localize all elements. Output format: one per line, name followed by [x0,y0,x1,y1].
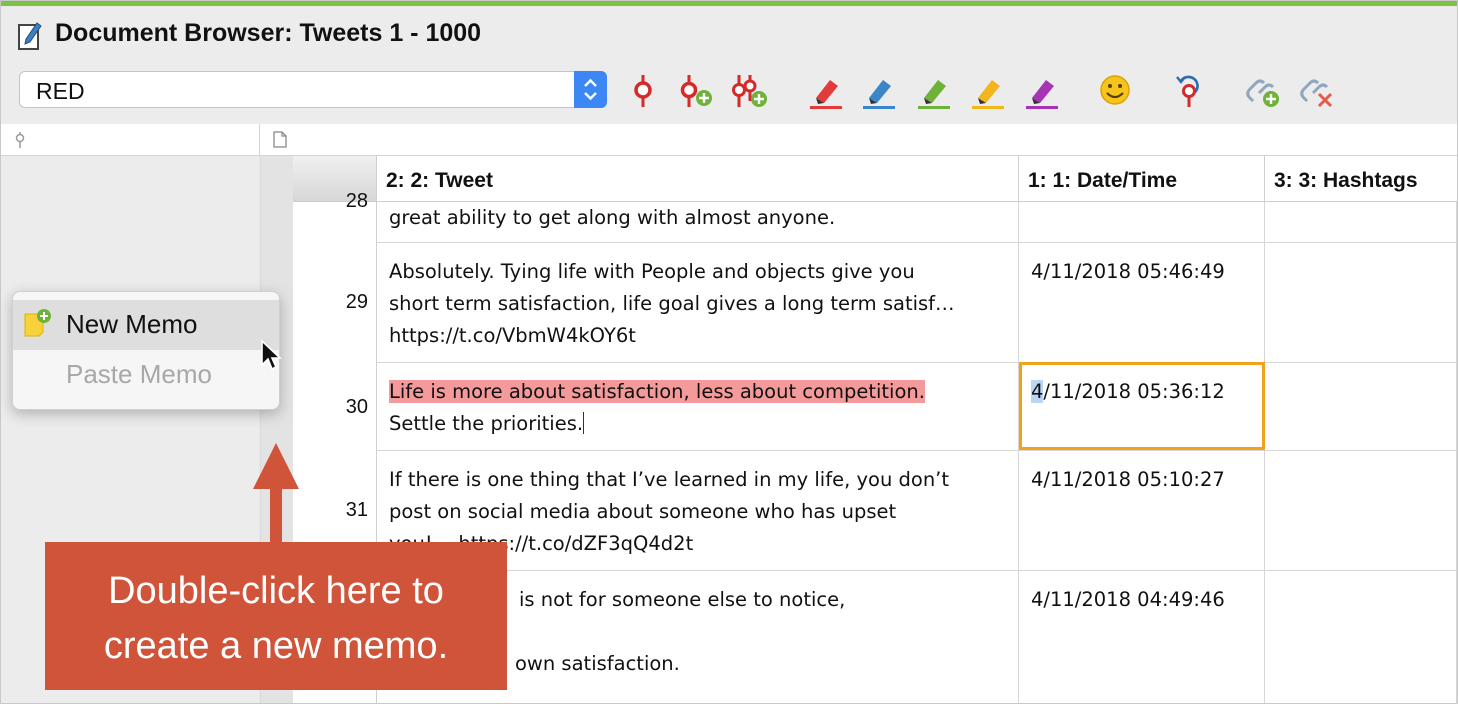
hashtags-cell[interactable] [1265,362,1457,450]
table-row[interactable]: Absolutely. Tying life with People and o… [377,242,1457,363]
tweet-line: If there is one thing that I’ve learned … [389,468,950,491]
paste-memo-menu-item: Paste Memo [13,350,279,400]
hashtags-cell[interactable] [1265,450,1457,570]
tweet-text: great ability to get along with almost a… [389,206,836,229]
row-number: 29 [345,291,368,313]
green-highlighter-icon[interactable] [914,71,954,111]
table-row[interactable]: is not for someone else to notice, own s… [377,570,1457,703]
hashtags-cell[interactable] [1265,202,1457,242]
paste-memo-label: Paste Memo [66,359,212,389]
tweet-line: post on social media about someone who h… [389,500,897,523]
pane-divider[interactable] [259,124,260,155]
add-link-icon[interactable] [1243,71,1283,111]
chevron-up-down-icon [584,78,597,101]
date-time-cell[interactable]: 4/11/2018 04:49:46 [1019,570,1265,703]
callout-line-1: Double-click here to [108,570,444,612]
tweet-link[interactable]: https://t.co/VbmW4kOY6t [389,320,1018,352]
add-multiple-codes-icon[interactable] [729,71,769,111]
column-header-date-time[interactable]: 1: 1: Date/Time [1019,156,1265,202]
table-row[interactable]: great ability to get along with almost a… [377,202,1457,243]
column-header-tweet[interactable]: 2: 2: Tweet [377,156,1019,202]
tweet-text: Settle the priorities. [389,412,584,435]
callout-text: Double-click here to create a new memo. [45,564,507,674]
date-time-value: 4/11/2018 04:49:46 [1031,588,1225,611]
yellow-highlighter-icon[interactable] [968,71,1008,111]
code-marker-icon [15,132,25,148]
tweet-line: short term satisfaction, life goal gives… [389,292,955,315]
purple-highlighter-icon[interactable] [1022,71,1062,111]
remove-link-icon[interactable] [1297,71,1337,111]
window-title: Document Browser: Tweets 1 - 1000 [55,19,482,47]
date-time-cell[interactable]: 4/11/2018 05:10:27 [1019,450,1265,570]
blue-highlighter-icon[interactable] [859,71,899,111]
tweet-line: Absolutely. Tying life with People and o… [389,260,915,283]
emoticon-icon[interactable] [1095,71,1135,111]
hashtags-cell[interactable] [1265,242,1457,362]
new-memo-label: New Memo [66,309,198,339]
tweet-cell[interactable]: Life is more about satisfaction, less ab… [377,362,1019,450]
new-memo-icon [24,309,51,337]
column-header-hashtags[interactable]: 3: 3: Hashtags [1265,156,1457,202]
table-row[interactable]: Life is more about satisfaction, less ab… [377,362,1457,451]
selected-cell-outline [1019,362,1265,450]
document-icon [273,131,287,148]
hashtags-cell[interactable] [1265,570,1457,703]
add-code-icon[interactable] [675,71,715,111]
context-menu: New Memo Paste Memo [12,291,280,410]
coded-text-highlight[interactable]: Life is more about satisfaction, less ab… [389,380,925,403]
table-row[interactable]: If there is one thing that I’ve learned … [377,450,1457,571]
code-selector-value: RED [36,78,85,104]
row-number: 30 [345,396,368,418]
callout-arrow-icon [253,443,299,546]
pane-header-strip [1,124,1457,156]
instruction-callout: Double-click here to create a new memo. [45,542,507,690]
date-time-value: 4/11/2018 05:10:27 [1031,468,1225,491]
code-selector[interactable]: RED [19,71,607,108]
document-browser-window: Document Browser: Tweets 1 - 1000 RED 2:… [0,0,1458,704]
date-time-cell[interactable]: 4/11/2018 05:46:49 [1019,242,1265,362]
code-icon[interactable] [623,71,663,111]
callout-line-2: create a new memo. [103,625,449,667]
row-number: 31 [345,499,368,521]
code-selector-stepper[interactable] [574,71,607,108]
new-memo-menu-item[interactable]: New Memo [13,300,279,350]
text-cursor [583,412,585,434]
date-time-value: 4/11/2018 05:46:49 [1031,260,1225,283]
date-time-cell[interactable] [1019,202,1265,242]
row-number: 28 [345,190,368,212]
mouse-pointer-icon [261,339,282,371]
title-bar: Document Browser: Tweets 1 - 1000 [1,6,1457,60]
tweet-cell[interactable]: Absolutely. Tying life with People and o… [377,242,1019,362]
toolbar: RED [1,60,1457,125]
undo-code-icon[interactable] [1169,71,1209,111]
red-highlighter-icon[interactable] [806,71,846,111]
document-edit-icon [18,22,42,50]
tweet-cell[interactable]: great ability to get along with almost a… [377,202,1019,242]
